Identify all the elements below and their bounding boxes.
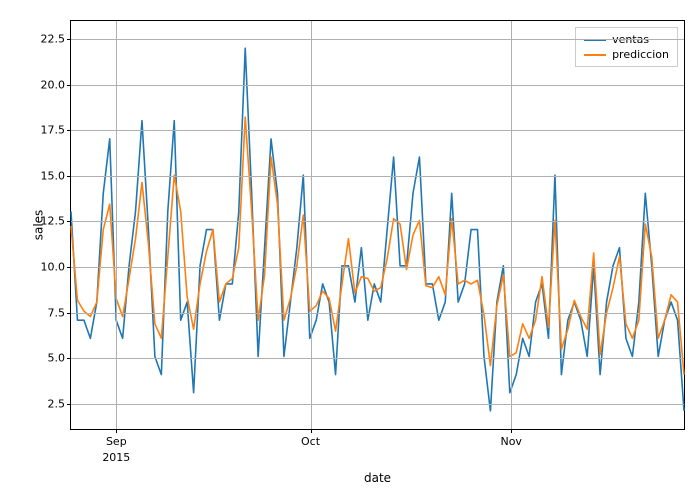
plot-svg [71,21,684,429]
ytick-label: 10.0 [41,261,66,274]
grid-line-h [71,221,684,222]
legend-label-prediccion: prediccion [612,48,669,61]
ytick-mark [67,39,71,40]
xtick-label: Nov [500,435,521,448]
grid-line-h [71,39,684,40]
ytick-mark [67,267,71,268]
ytick-label: 2.5 [48,397,66,410]
grid-line-h [71,267,684,268]
grid-line-h [71,130,684,131]
ytick-label: 20.0 [41,78,66,91]
x-axis-label: date [364,471,391,485]
grid-line-h [71,176,684,177]
legend-entry-prediccion: prediccion [584,47,669,62]
plot-area: ventas prediccion sales date 2.55.07.510… [70,20,685,430]
legend: ventas prediccion [575,27,678,67]
xtick-mark [311,429,312,433]
grid-line-h [71,85,684,86]
ytick-label: 15.0 [41,169,66,182]
ytick-mark [67,221,71,222]
ytick-mark [67,176,71,177]
grid-line-v [311,21,312,429]
xtick-label: Sep [106,435,127,448]
ytick-label: 12.5 [41,215,66,228]
xtick-sub-label: 2015 [102,451,130,464]
ytick-label: 5.0 [48,352,66,365]
grid-line-v [116,21,117,429]
ytick-mark [67,313,71,314]
xtick-mark [511,429,512,433]
ytick-label: 22.5 [41,33,66,46]
grid-line-h [71,358,684,359]
ytick-mark [67,404,71,405]
ytick-mark [67,358,71,359]
ytick-mark [67,85,71,86]
grid-line-v [511,21,512,429]
grid-line-h [71,313,684,314]
ytick-mark [67,130,71,131]
line-ventas [71,48,684,411]
xtick-mark [116,429,117,433]
legend-swatch-prediccion [584,54,606,56]
ytick-label: 17.5 [41,124,66,137]
xtick-label: Oct [301,435,320,448]
figure: ventas prediccion sales date 2.55.07.510… [0,0,700,500]
ytick-label: 7.5 [48,306,66,319]
grid-line-h [71,404,684,405]
